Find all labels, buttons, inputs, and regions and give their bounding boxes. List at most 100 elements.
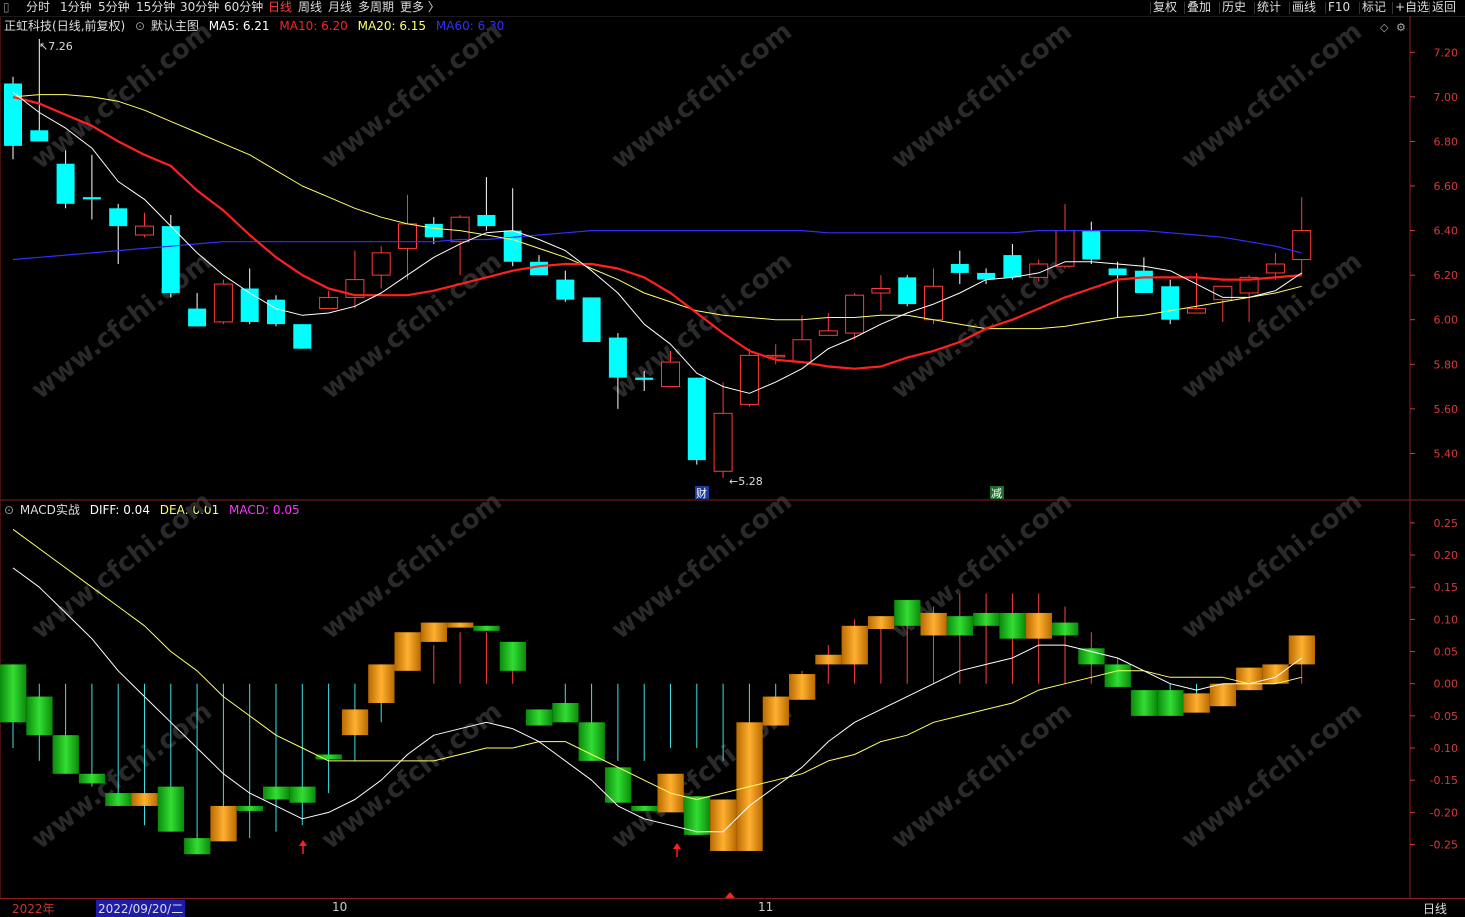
candle xyxy=(1134,257,1153,293)
macd-block xyxy=(762,696,789,726)
candle-body-down xyxy=(30,130,49,142)
candle-body-up xyxy=(135,225,154,236)
year-label: 2022年 xyxy=(12,902,55,916)
candle xyxy=(424,217,443,244)
candle-body-down xyxy=(687,377,706,461)
watermark-text: www.cfchi.com xyxy=(1176,696,1368,855)
watermark-text: www.cfchi.com xyxy=(1176,486,1368,645)
macd-block xyxy=(52,735,79,774)
low-price-label: ←5.28 xyxy=(729,475,763,488)
candle-body-down xyxy=(556,279,575,300)
macd-tick-label: 0.20 xyxy=(1434,549,1459,562)
candle xyxy=(109,203,128,264)
price-tick-label: 6.40 xyxy=(1434,225,1459,238)
macd-tick-label: 0.25 xyxy=(1434,517,1459,530)
macd-block xyxy=(289,786,316,803)
buy-arrow-head xyxy=(673,843,681,849)
macd-block xyxy=(815,654,842,665)
candle-body-down xyxy=(424,223,443,238)
candle-body-down xyxy=(82,197,101,200)
candle-body-down xyxy=(56,163,75,204)
watermark-text: www.cfchi.com xyxy=(26,486,218,645)
candle xyxy=(1161,279,1180,325)
macd-block xyxy=(999,612,1026,639)
candle-body-down xyxy=(503,230,522,262)
kline-chart[interactable]: www.cfchi.com www.cfchi.com www.cfchi.com w… xyxy=(0,0,1465,898)
candle-body-up xyxy=(371,252,391,276)
macd-block xyxy=(1052,622,1079,636)
macd-block xyxy=(394,632,421,671)
macd-block xyxy=(1236,667,1263,691)
candle-body-down xyxy=(898,277,917,305)
candle-body-up xyxy=(845,294,865,334)
ma60-line xyxy=(12,230,1302,261)
watermark-text: www.cfchi.com xyxy=(606,16,798,175)
buy-arrow-head xyxy=(299,840,307,846)
price-tick-label: 7.20 xyxy=(1434,46,1459,59)
watermark-text: www.cfchi.com xyxy=(316,16,508,175)
macd-block xyxy=(78,773,106,784)
cursor-date: 2022/09/20/二 xyxy=(96,900,186,917)
price-tick-label: 7.00 xyxy=(1434,91,1459,104)
candle xyxy=(1213,285,1233,322)
candle-body-down xyxy=(293,324,312,349)
candle xyxy=(213,279,233,325)
candle-body-down xyxy=(582,297,601,342)
settings-icon: ⚙ xyxy=(1396,21,1406,34)
macd-tick-label: -0.25 xyxy=(1430,839,1458,852)
candle xyxy=(1082,221,1101,264)
candle xyxy=(792,315,812,363)
watermark-text: www.cfchi.com xyxy=(886,696,1078,855)
macd-block xyxy=(920,612,947,636)
macd-tick-label: -0.15 xyxy=(1430,774,1458,787)
candle-body-down xyxy=(188,308,207,327)
macd-block xyxy=(1157,690,1184,716)
candle-body-up xyxy=(871,288,891,294)
candle-body-down xyxy=(608,337,627,378)
candle xyxy=(977,268,996,285)
candle xyxy=(556,270,575,302)
price-tick-label: 6.20 xyxy=(1434,269,1459,282)
candle xyxy=(582,297,601,342)
macd-block xyxy=(1262,664,1289,684)
candle xyxy=(924,268,943,325)
price-tick-label: 5.80 xyxy=(1434,358,1459,371)
macd-block xyxy=(526,709,553,726)
candle xyxy=(1292,197,1312,276)
watermark-text: www.cfchi.com xyxy=(886,16,1078,175)
candle xyxy=(713,382,733,478)
candle-body-up xyxy=(792,339,812,363)
macd-block xyxy=(1209,683,1237,707)
macd-tick-label: -0.10 xyxy=(1430,742,1458,755)
candle xyxy=(818,313,838,336)
candle xyxy=(4,76,22,160)
price-tick-label: 5.40 xyxy=(1434,447,1459,460)
macd-block xyxy=(552,703,579,723)
candle-body-up xyxy=(739,354,759,405)
candle-body-up xyxy=(1055,230,1075,267)
candle xyxy=(267,295,285,327)
candle xyxy=(82,154,101,220)
candle xyxy=(871,275,891,311)
month-label-nov: 11 xyxy=(758,900,774,914)
candle-body-down xyxy=(1134,270,1153,293)
candle xyxy=(1108,261,1127,318)
candle xyxy=(30,38,49,142)
high-price-label: ↖7.26 xyxy=(39,40,73,53)
macd-block xyxy=(1025,612,1052,639)
macd-block xyxy=(157,786,185,832)
macd-block xyxy=(710,799,737,851)
macd-tick-label: -0.20 xyxy=(1430,806,1458,819)
candle xyxy=(687,377,706,465)
macd-block xyxy=(894,600,921,626)
candle xyxy=(477,177,496,231)
period-indicator[interactable]: 日线 xyxy=(1423,900,1447,917)
macd-block xyxy=(0,664,27,723)
watermark-text: www.cfchi.com xyxy=(26,696,218,855)
macd-block xyxy=(867,616,895,630)
event-marker-jian: 减 xyxy=(991,487,1002,500)
candle-body-up xyxy=(1292,230,1312,261)
macd-tick-label: 0.15 xyxy=(1434,581,1459,594)
macd-block xyxy=(789,674,816,700)
diamond-icon: ◇ xyxy=(1380,21,1389,34)
